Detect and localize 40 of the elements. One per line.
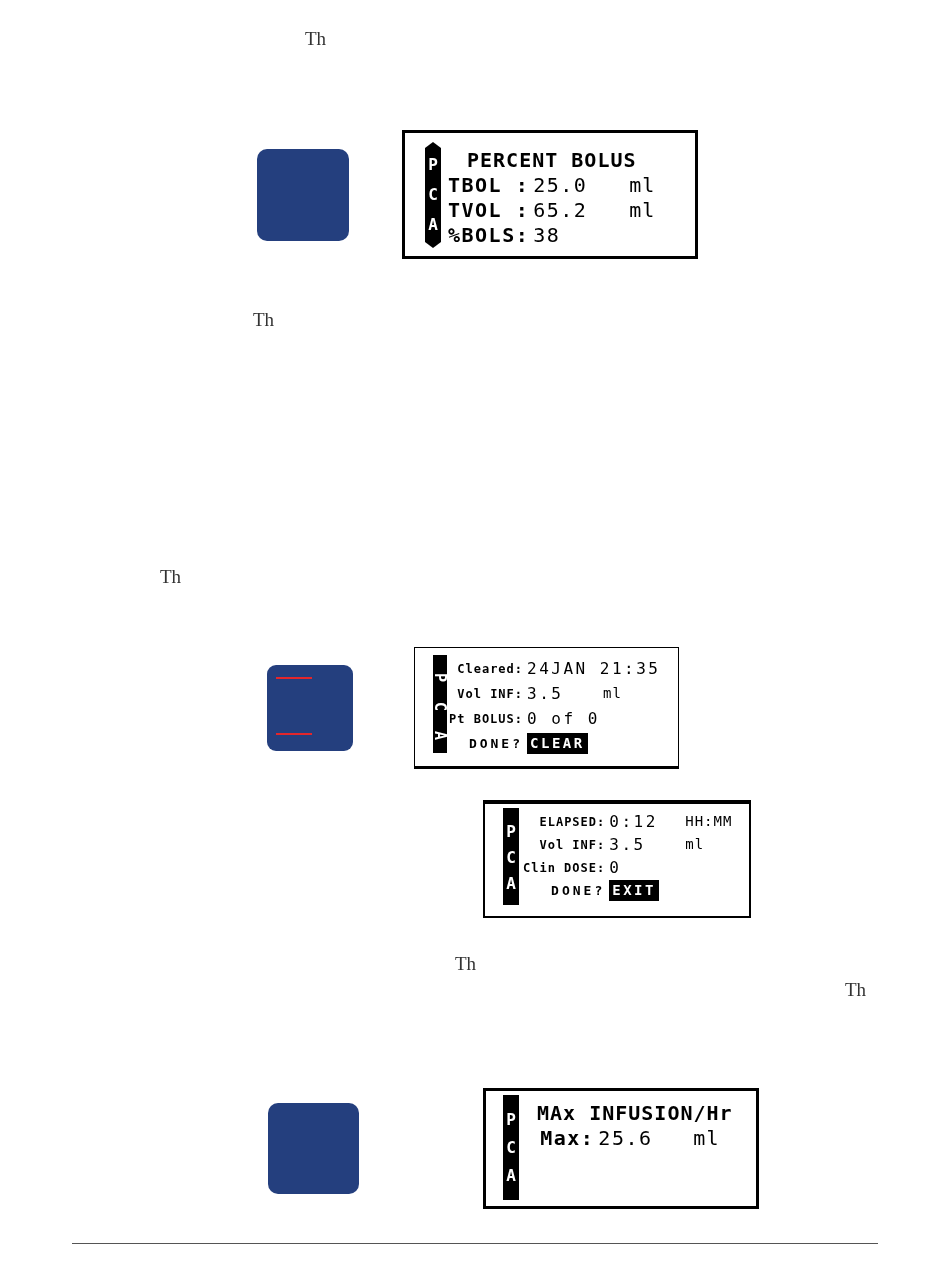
field-value: 24JAN 21:35	[527, 657, 661, 680]
unit-label: ml	[629, 196, 656, 224]
field-label: TVOL :	[448, 196, 530, 224]
field-label: %BOLS:	[448, 221, 530, 249]
unit-label: ml	[693, 1124, 720, 1152]
text-fragment: Th	[253, 309, 275, 330]
field-value: 25.6	[598, 1124, 653, 1152]
field-value: 38	[533, 221, 561, 249]
unit-label: ml	[629, 171, 656, 199]
text-fragment: Th	[305, 28, 327, 49]
field-label: ELAPSED:	[539, 813, 606, 831]
field-label: Vol INF:	[457, 685, 524, 703]
field-value: 3.5	[609, 833, 646, 856]
screen-option: CLEAR	[527, 733, 588, 754]
screen-option: EXIT	[609, 880, 659, 901]
field-value: 0 of 0	[527, 707, 600, 730]
field-label: Pt BOLUS:	[449, 710, 524, 728]
screen-title: MAx INFUSION/Hr	[537, 1099, 733, 1127]
prompt-label: DONE?	[551, 881, 606, 900]
field-value: 65.2	[533, 196, 588, 224]
screen-title: PERCENT BOLUS	[467, 146, 637, 174]
field-label: Clin DOSE:	[523, 859, 606, 877]
text-fragment: Th	[455, 953, 477, 974]
unit-label: ml	[603, 684, 622, 703]
text-fragment: Th	[160, 566, 182, 587]
field-value: 3.5	[527, 682, 564, 705]
prompt-label: DONE?	[468, 734, 524, 753]
field-value: 0	[609, 856, 622, 879]
unit-label: ml	[685, 835, 705, 854]
field-label: Vol INF:	[539, 836, 606, 854]
field-value: 25.0	[533, 171, 588, 199]
unit-label: HH:MM	[685, 812, 733, 831]
field-label: Max:	[540, 1124, 595, 1152]
text-fragment: Th	[845, 979, 867, 1000]
field-label: Cleared:	[457, 660, 524, 678]
side-label-bar: PCA	[503, 808, 519, 905]
field-label: TBOL :	[448, 171, 530, 199]
field-value: 0:12	[609, 810, 658, 833]
side-label-bar: PCA	[433, 655, 447, 753]
side-label-bar: PCA	[503, 1095, 519, 1200]
